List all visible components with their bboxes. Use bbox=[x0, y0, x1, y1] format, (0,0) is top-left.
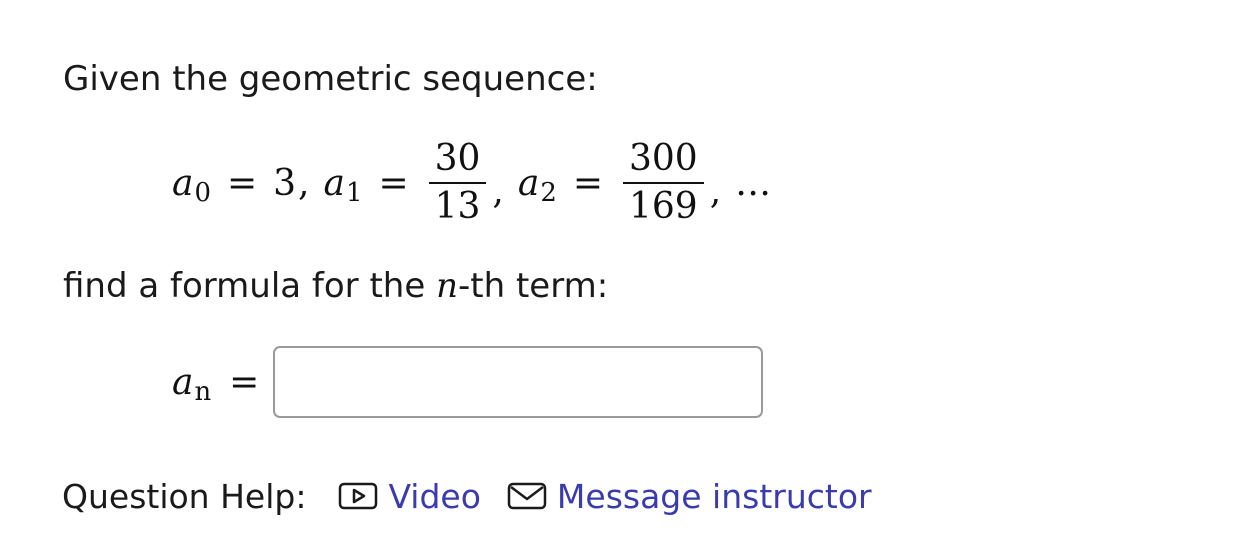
equals-sign: = bbox=[226, 162, 258, 204]
question-help-label: Question Help: bbox=[62, 476, 307, 516]
question-help: Question Help: Video Message instructor bbox=[62, 474, 898, 518]
message-instructor-label: Message instructor bbox=[556, 476, 872, 516]
a2-numerator: 300 bbox=[629, 138, 698, 179]
a2-term: a2 bbox=[517, 162, 557, 208]
equals-sign: = bbox=[378, 162, 409, 204]
a1-denominator: 13 bbox=[434, 186, 481, 227]
question-instruction: find a formula for the n-th term: bbox=[63, 266, 608, 306]
video-link[interactable]: Video bbox=[338, 476, 481, 516]
video-link-label: Video bbox=[388, 476, 481, 516]
video-play-icon bbox=[339, 482, 378, 510]
comma: , bbox=[492, 170, 504, 212]
a2-fraction: 300 169 bbox=[623, 136, 704, 230]
answer-label: an = bbox=[172, 346, 275, 418]
equals-sign: = bbox=[229, 361, 260, 403]
a1-term: a1 bbox=[323, 162, 363, 208]
a0-value: 3 bbox=[273, 162, 297, 204]
comma: , bbox=[298, 162, 310, 204]
a1-fraction: 30 13 bbox=[428, 136, 487, 230]
question-intro: Given the geometric sequence: bbox=[63, 59, 598, 99]
mail-icon bbox=[507, 482, 547, 510]
answer-input[interactable] bbox=[273, 346, 763, 418]
sequence-equation: a0 = 3 , a1 = 30 13 , a2 = 300 169 , … bbox=[172, 130, 771, 236]
instruction-text: find a formula for the bbox=[63, 266, 437, 306]
a1-numerator: 30 bbox=[434, 138, 481, 179]
ellipsis: … bbox=[735, 162, 772, 204]
instruction-text-end: -th term: bbox=[457, 266, 609, 306]
comma: , bbox=[709, 170, 722, 212]
a0-term: a0 bbox=[172, 162, 211, 208]
equals-sign: = bbox=[572, 162, 603, 204]
variable-n: n bbox=[436, 266, 458, 306]
a2-denominator: 169 bbox=[629, 186, 698, 227]
message-instructor-link[interactable]: Message instructor bbox=[507, 477, 872, 516]
an-term: an bbox=[172, 361, 212, 407]
